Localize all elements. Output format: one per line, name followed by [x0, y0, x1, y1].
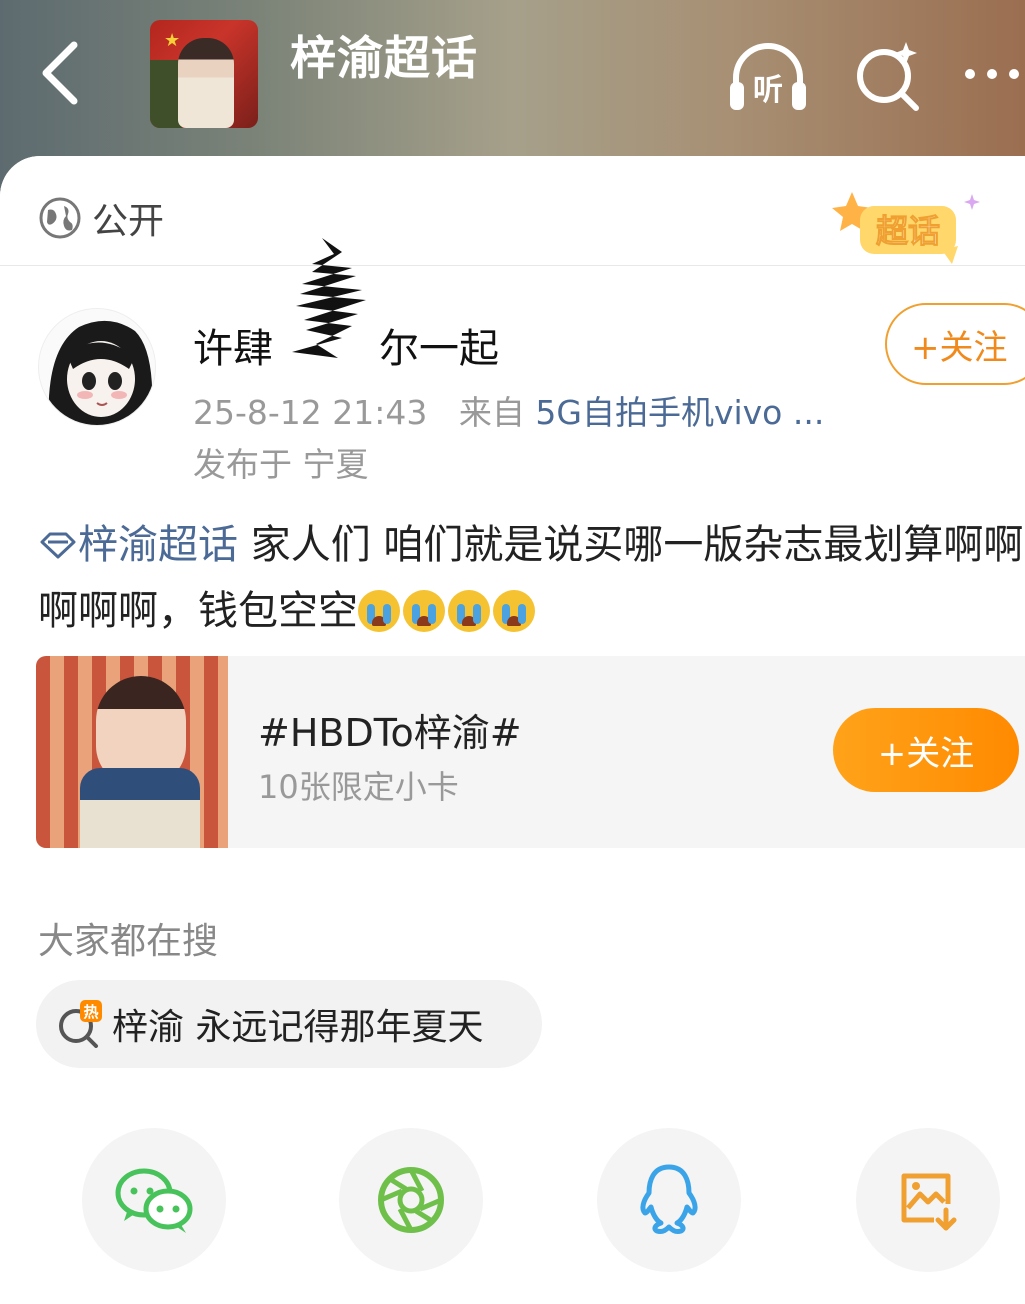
- post-detail-sheet: 公开 超话 许肆 尔一起 25-8-12 21:43 来自 5G自拍手机vivo…: [0, 156, 1025, 1304]
- topic-link[interactable]: 梓渝超话: [38, 522, 238, 568]
- follow-topic-button[interactable]: +关注: [833, 708, 1019, 792]
- redaction-scribble: [292, 238, 366, 358]
- qq-penguin-icon: [640, 1164, 698, 1234]
- hot-search-icon: 热: [59, 1000, 102, 1048]
- headphones-icon: 听: [730, 43, 806, 110]
- post-text: 梓渝超话 家人们 咱们就是说买哪一版杂志最划算啊啊啊啊啊，钱包空空: [38, 512, 1025, 646]
- crying-emoji-icon: [448, 590, 490, 632]
- visibility-label: 公开: [92, 201, 165, 242]
- crying-emoji-icon: [358, 590, 400, 632]
- source-label: 来自: [458, 393, 525, 432]
- visibility-indicator: 公开: [38, 192, 164, 244]
- share-wechat-button[interactable]: [82, 1128, 226, 1272]
- trending-search-text: 梓渝 永远记得那年夏天: [112, 1007, 484, 1048]
- chevron-left-icon: [42, 41, 78, 105]
- save-image-button[interactable]: [856, 1128, 1000, 1272]
- trending-search-heading: 大家都在搜: [38, 921, 219, 962]
- follow-author-button[interactable]: +关注: [885, 303, 1025, 385]
- page-title: 梓渝超话: [290, 31, 478, 85]
- visibility-bar: 公开 超话: [0, 156, 1025, 266]
- back-button[interactable]: [30, 38, 90, 108]
- share-moments-button[interactable]: [339, 1128, 483, 1272]
- diamond-icon: [40, 532, 76, 559]
- post-timestamp: 25-8-12 21:43: [193, 393, 428, 432]
- svg-text:热: 热: [83, 1003, 98, 1021]
- more-button[interactable]: [960, 38, 1025, 114]
- svg-text:听: 听: [753, 73, 783, 108]
- svg-text:超话: 超话: [876, 212, 940, 250]
- topic-card-title: #HBDTo梓渝#: [258, 711, 522, 755]
- crying-emoji-icon: [493, 590, 535, 632]
- chaohua-badge: 超话: [822, 184, 992, 266]
- trending-search-chip[interactable]: 热 梓渝 永远记得那年夏天: [36, 980, 542, 1068]
- post-meta: 25-8-12 21:43 来自 5G自拍手机vivo ...: [193, 386, 824, 434]
- moments-aperture-icon: [378, 1167, 444, 1233]
- more-dots-icon: [965, 69, 1019, 79]
- author-avatar[interactable]: [38, 308, 156, 426]
- wechat-icon: [115, 1168, 193, 1233]
- search-button[interactable]: [852, 38, 932, 114]
- device-link[interactable]: 5G自拍手机vivo ...: [535, 393, 824, 432]
- chaohua-badge-icon: 超话: [832, 192, 980, 264]
- crying-emoji-icon: [403, 590, 445, 632]
- anime-avatar-icon: [39, 309, 155, 425]
- topic-card-image: [36, 656, 228, 848]
- topic-card[interactable]: #HBDTo梓渝# 10张限定小卡 +关注: [36, 656, 1025, 848]
- topic-card-subtitle: 10张限定小卡: [258, 768, 459, 806]
- post-location: 发布于 宁夏: [193, 445, 369, 484]
- crying-emoji-group: [358, 580, 538, 646]
- search-sparkle-icon: [857, 42, 919, 111]
- topic-avatar[interactable]: ★: [150, 20, 258, 128]
- globe-icon: [39, 197, 81, 239]
- share-qq-button[interactable]: [597, 1128, 741, 1272]
- save-image-icon: [901, 1173, 957, 1231]
- listen-button[interactable]: 听: [728, 38, 808, 114]
